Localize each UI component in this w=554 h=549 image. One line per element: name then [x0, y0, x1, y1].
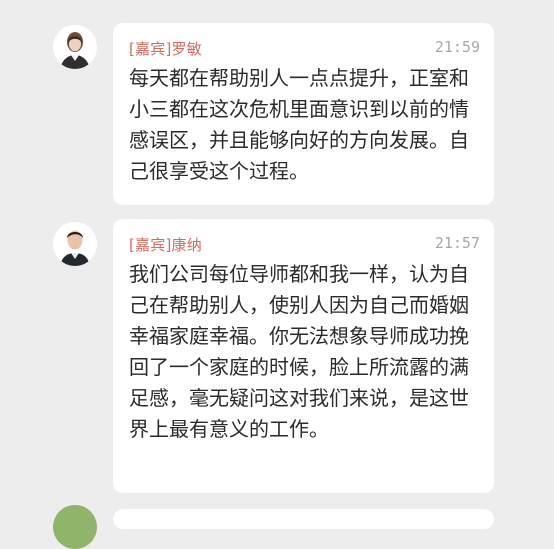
avatar-green-icon [53, 505, 97, 549]
message-bubble-1[interactable]: [嘉宾]罗敏 21:59 每天都在帮助别人一点点提升，正室和小三都在这次危机里面… [113, 23, 494, 205]
chat-transcript: [嘉宾]罗敏 21:59 每天都在帮助别人一点点提升，正室和小三都在这次危机里面… [0, 0, 554, 549]
sender-avatar-1[interactable] [53, 25, 97, 69]
sender-name[interactable]: [嘉宾]康纳 [129, 234, 202, 255]
message-text: 每天都在帮助别人一点点提升，正室和小三都在这次危机里面意识到以前的情感误区，并且… [129, 66, 469, 183]
sender-avatar-2[interactable] [53, 222, 97, 266]
message-bubble-2[interactable]: [嘉宾]康纳 21:57 我们公司每位导师都和我一样，认为自己在帮助别人，使别人… [113, 219, 494, 493]
sender-name[interactable]: [嘉宾]罗敏 [129, 38, 202, 59]
sender-avatar-3[interactable] [53, 505, 97, 549]
message-timestamp: 21:59 [434, 38, 480, 56]
avatar-woman-photo-icon [53, 25, 97, 69]
message-header-1: [嘉宾]罗敏 21:59 [129, 37, 480, 59]
message-header-2: [嘉宾]康纳 21:57 [129, 233, 480, 255]
avatar-man-photo-icon [53, 222, 97, 266]
message-text: 我们公司每位导师都和我一样，认为自己在帮助别人，使别人因为自己而婚姻幸福家庭幸福… [129, 262, 469, 441]
next-message-bubble[interactable] [113, 509, 494, 529]
message-timestamp: 21:57 [434, 234, 480, 252]
